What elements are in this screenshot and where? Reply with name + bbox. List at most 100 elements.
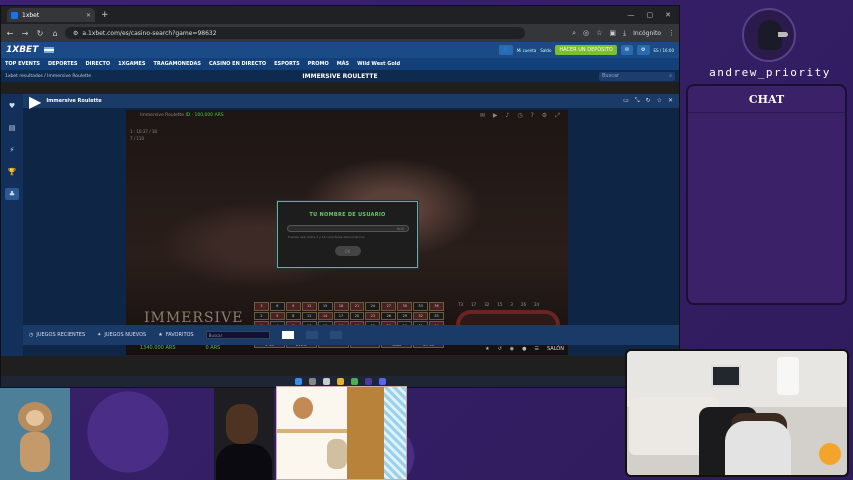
search-icon[interactable]: ⌕ — [669, 73, 672, 79]
roulette-number-cell[interactable]: 6 — [269, 302, 285, 311]
language-time[interactable]: ES / 16:00 — [654, 48, 674, 53]
maximize-icon[interactable]: ▢ — [647, 11, 654, 19]
messages-icon[interactable]: ✉ — [620, 45, 634, 55]
roulette-number-cell[interactable]: 9 — [285, 302, 301, 311]
close-icon[interactable]: ✕ — [668, 97, 673, 105]
discord-icon[interactable] — [378, 378, 386, 385]
reload-icon[interactable]: ↻ — [35, 29, 45, 38]
help-icon[interactable]: ? — [531, 112, 534, 120]
fullscreen-icon[interactable]: ⤢ — [555, 112, 560, 120]
nav-promo[interactable]: PROMO — [308, 61, 329, 67]
favorite-star-icon[interactable]: ☆ — [657, 97, 662, 105]
roulette-number-cell[interactable]: 12 — [301, 302, 317, 311]
bottom-search-input[interactable]: Buscar — [205, 331, 270, 339]
settings-icon[interactable]: ⚙ — [542, 112, 547, 120]
roulette-number-cell[interactable]: 5 — [269, 311, 285, 321]
nav-casino-en-directo[interactable]: CASINO EN DIRECTO — [209, 61, 266, 67]
tables-icon[interactable]: ☰ — [535, 346, 539, 352]
layout-toggle-3[interactable] — [329, 331, 342, 339]
forward-icon[interactable]: → — [20, 29, 30, 38]
roulette-number-cell[interactable]: 17 — [333, 311, 349, 321]
chrome-icon[interactable] — [350, 378, 358, 385]
roulette-number-cell[interactable]: 30 — [397, 302, 413, 311]
casino-icon[interactable]: ♣ — [5, 188, 19, 200]
favorite-star-icon[interactable]: ★ — [485, 346, 489, 352]
settings-icon[interactable]: ⚙ — [637, 45, 650, 55]
account-label[interactable]: Mi cuenta — [517, 48, 537, 53]
close-window-icon[interactable]: ✕ — [665, 11, 671, 19]
dialog-ok-button[interactable]: OK — [334, 246, 361, 256]
document-icon[interactable]: ▤ — [5, 122, 19, 134]
search-icon[interactable]: ⌕ — [572, 29, 576, 38]
layout-toggle-1[interactable] — [281, 331, 294, 339]
chip-icon[interactable]: ● — [522, 346, 526, 352]
sound-icon[interactable]: ♪ — [506, 112, 510, 120]
roulette-number-cell[interactable]: 20 — [349, 311, 365, 321]
bookmark-star-icon[interactable]: ☆ — [596, 29, 602, 37]
site-search-input[interactable]: Buscar ⌕ — [599, 71, 675, 81]
nav-wild-west-gold[interactable]: Wild West Gold — [357, 61, 400, 67]
back-icon[interactable]: ← — [5, 29, 15, 38]
nav-directo[interactable]: DIRECTO — [86, 61, 111, 67]
stats-icon[interactable]: ◉ — [510, 346, 514, 352]
video-icon[interactable]: ▶ — [493, 112, 498, 120]
window-icon[interactable]: ▭ — [623, 97, 629, 105]
new-tab-icon[interactable]: + — [101, 10, 109, 20]
roulette-number-cell[interactable]: 24 — [365, 302, 381, 311]
extensions-icon[interactable]: ▣ — [609, 29, 616, 37]
roulette-number-cell[interactable]: 29 — [397, 311, 413, 321]
trophy-icon[interactable]: 🏆 — [5, 166, 19, 178]
roulette-number-cell[interactable]: 27 — [381, 302, 397, 311]
deposit-button[interactable]: HACER UN DEPÓSITO — [555, 45, 617, 55]
browser-tab[interactable]: 1xbet ✕ — [7, 8, 95, 22]
url-field[interactable]: ⚙ a.1xbet.com/es/casino-search?game=9863… — [65, 27, 525, 39]
menu-dots-icon[interactable]: ⋮ — [668, 29, 675, 37]
task-view-icon[interactable] — [322, 378, 330, 385]
site-info-icon[interactable]: ⚙ — [73, 30, 78, 37]
roulette-number-cell[interactable]: 35 — [429, 311, 444, 321]
breadcrumb[interactable]: 1xbet resultados / Immersive Roulette — [5, 74, 91, 79]
minimize-icon[interactable]: — — [628, 11, 635, 19]
roulette-number-cell[interactable]: 11 — [301, 311, 317, 321]
resize-icon[interactable]: ⤡ — [635, 97, 640, 105]
roulette-number-cell[interactable]: 8 — [285, 311, 301, 321]
file-explorer-icon[interactable] — [336, 378, 344, 385]
favorites-heart-icon[interactable]: ♥ — [5, 100, 19, 112]
nav-top-events[interactable]: TOP EVENTS — [5, 61, 40, 67]
recent-games-button[interactable]: ◷ JUEGOS RECIENTES — [29, 332, 85, 338]
roulette-number-cell[interactable]: 23 — [365, 311, 381, 321]
salon-button[interactable]: SALÓN — [547, 346, 564, 352]
favorites-button[interactable]: ★ FAVORITOS — [158, 332, 193, 338]
history-icon[interactable]: ◷ — [517, 112, 522, 120]
nav-1xgames[interactable]: 1XGAMES — [118, 61, 145, 67]
roulette-number-cell[interactable]: 15 — [317, 302, 333, 311]
roulette-number-cell[interactable]: 14 — [317, 311, 333, 321]
roulette-number-cell[interactable]: 26 — [381, 311, 397, 321]
roulette-number-cell[interactable]: 3 — [254, 302, 269, 311]
nav-mas[interactable]: MÁS — [337, 61, 349, 67]
roulette-number-cell[interactable]: 32 — [413, 311, 429, 321]
site-logo[interactable]: 1XBET — [6, 45, 38, 55]
roulette-number-cell[interactable]: 18 — [333, 302, 349, 311]
reload-icon[interactable]: ↻ — [646, 97, 651, 105]
roulette-number-cell[interactable]: 36 — [429, 302, 444, 311]
nav-esports[interactable]: ESPORTS — [274, 61, 300, 67]
home-icon[interactable]: ⌂ — [50, 29, 60, 38]
username-input[interactable]: 0/10 — [286, 225, 409, 232]
roulette-number-cell[interactable]: 21 — [349, 302, 365, 311]
search-icon[interactable] — [308, 378, 316, 385]
obs-icon[interactable] — [364, 378, 372, 385]
undo-icon[interactable]: ↺ — [498, 346, 502, 352]
downloads-icon[interactable]: ⤓ — [623, 29, 626, 38]
close-tab-icon[interactable]: ✕ — [86, 12, 91, 19]
windows-start-icon[interactable] — [294, 378, 302, 385]
nav-deportes[interactable]: DEPORTES — [48, 61, 78, 67]
account-icon[interactable]: 👤 — [498, 45, 513, 55]
eye-off-icon[interactable]: ◎ — [583, 29, 589, 37]
chat-icon[interactable]: ✉ — [480, 112, 485, 120]
incognito-label[interactable]: Incógnito — [633, 30, 661, 37]
roulette-number-cell[interactable]: 33 — [413, 302, 429, 311]
nav-tragamonedas[interactable]: TRAGAMONEDAS — [153, 61, 201, 67]
layout-toggle-2[interactable] — [305, 331, 318, 339]
roulette-number-cell[interactable]: 2 — [254, 311, 269, 321]
